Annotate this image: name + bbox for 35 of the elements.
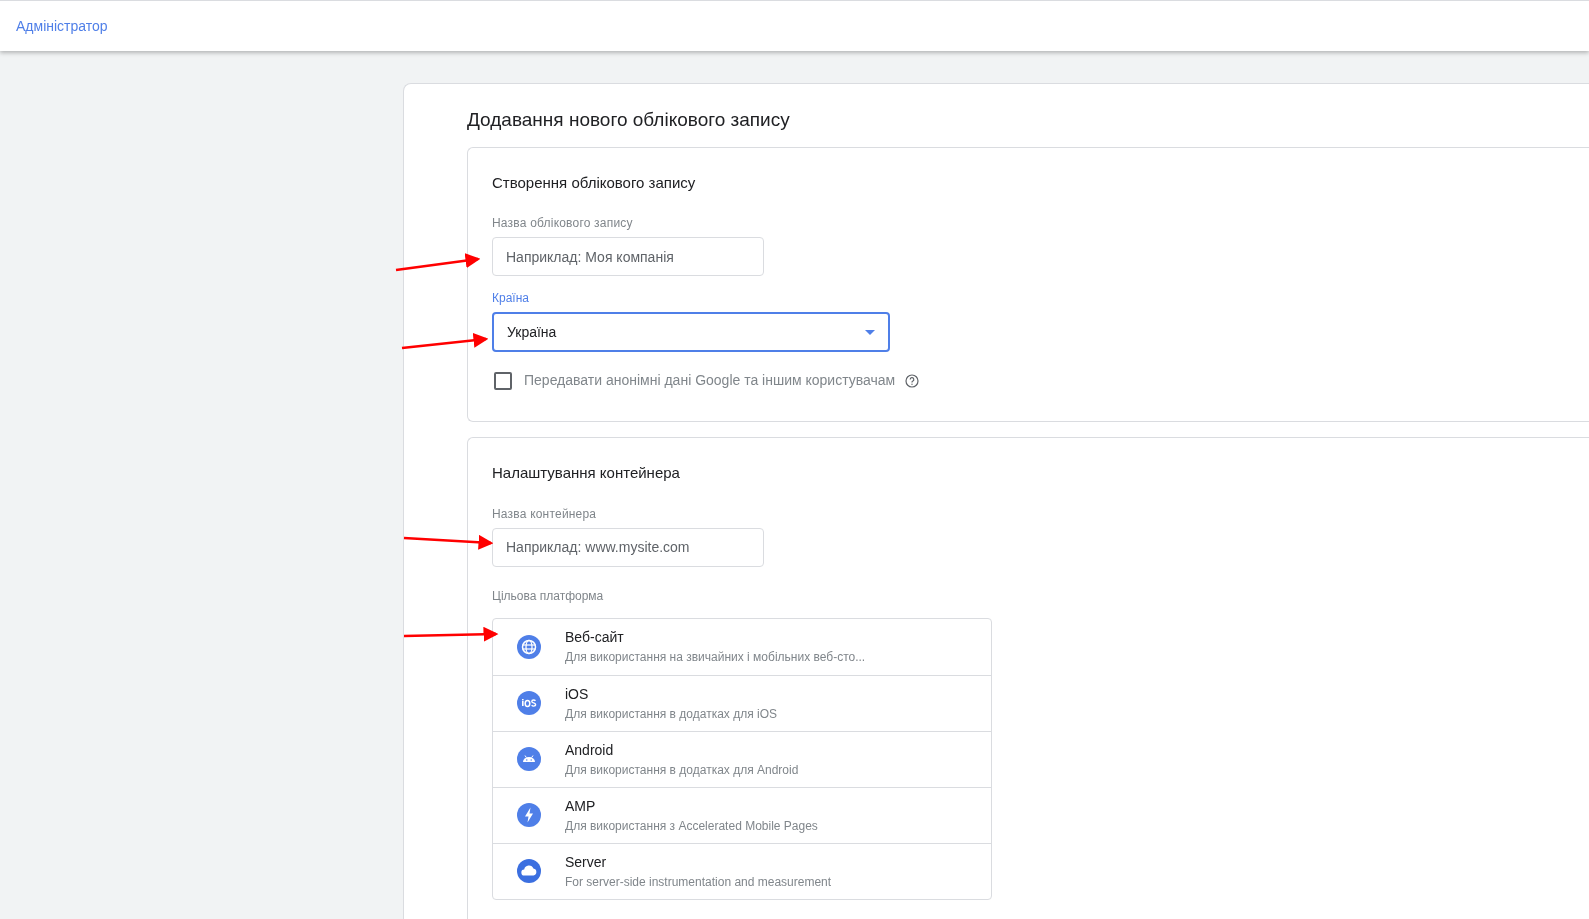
field-label: Назва контейнера [492, 505, 598, 523]
field-label: Країна [492, 290, 530, 307]
platform-option[interactable]: Server For server-side instrumentation and measurement [493, 842, 991, 899]
platform-description: Для використання з Accelerated Mobile Pages [565, 817, 818, 835]
platform-option[interactable]: AMP Для використання з Accelerated Mobile Pages [493, 786, 991, 843]
ios-logo-icon [517, 691, 541, 715]
section-title: Створення облікового запису [492, 172, 697, 193]
lightning-bolt-icon [517, 803, 541, 827]
platform-option[interactable]: Веб-сайт Для використання на звичайних і мобільних веб-сто... [493, 618, 991, 675]
cloud-icon [517, 859, 541, 883]
input-field[interactable]: Наприклад: www.mysite.com [492, 527, 764, 567]
platform-title: Веб-сайт [565, 628, 625, 647]
field-label: Назва облікового запису [492, 215, 634, 232]
platform-description: Для використання на звичайних і мобільних веб-сто... [565, 649, 866, 666]
field-label: Цільова платформа [492, 587, 605, 605]
help-icon[interactable] [905, 373, 920, 388]
input-field[interactable]: Наприклад: Моя компанія [492, 237, 764, 276]
platform-title: AMP [565, 796, 597, 816]
platform-option[interactable]: Android Для використання в додатках для Android [493, 730, 991, 787]
platform-description: Для використання в додатках для iOS [565, 705, 777, 723]
country-select[interactable]: Україна [492, 312, 890, 352]
checkbox-label: Передавати анонімні дані Google та іншим користувачам [524, 371, 896, 390]
platform-title: iOS [565, 684, 590, 704]
platform-description: Для використання в додатках для Android [565, 761, 799, 779]
section-title: Налаштування контейнера [492, 463, 681, 483]
page-title: Додавання нового облікового запису [467, 108, 791, 132]
platform-title: Server [565, 852, 608, 872]
platform-title: Android [565, 740, 615, 760]
android-robot-icon [517, 747, 541, 771]
globe-icon [517, 634, 541, 659]
breadcrumb-link[interactable]: Адміністратор [16, 15, 108, 37]
checkbox[interactable] [494, 371, 512, 390]
platform-option[interactable]: iOS Для використання в додатках для iOS [493, 674, 991, 731]
platform-description: For server-side instrumentation and measurement [565, 873, 832, 891]
dropdown-caret-icon [865, 329, 875, 335]
